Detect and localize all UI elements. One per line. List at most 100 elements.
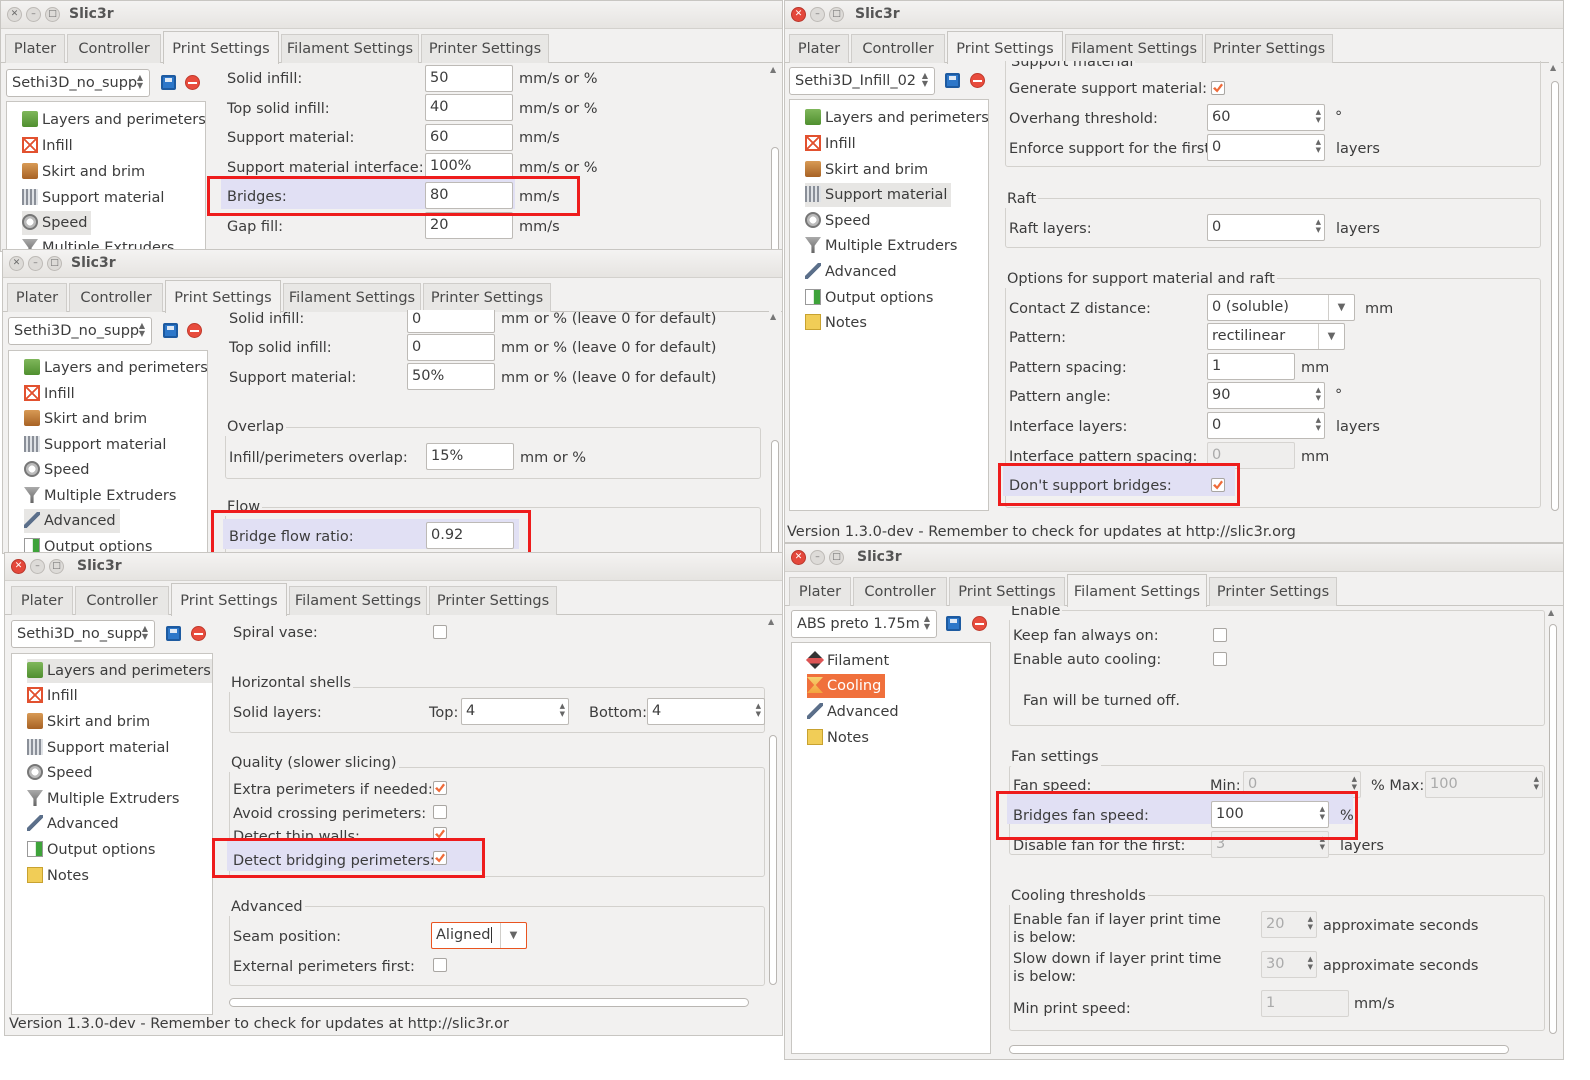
solid-infill-input[interactable]: 50	[425, 65, 513, 92]
min-print-speed-input[interactable]: 1	[1261, 990, 1349, 1017]
save-icon[interactable]	[166, 626, 181, 641]
spinner-icon[interactable]: ▲ ▼	[1534, 775, 1539, 791]
tree-item-output[interactable]: Output options	[27, 838, 159, 862]
tab-filament-settings[interactable]: Filament Settings	[1067, 574, 1207, 607]
minimize-icon[interactable]: –	[810, 7, 825, 22]
tab-controller[interactable]: Controller	[67, 34, 161, 63]
spinner-icon[interactable]: ▲ ▼	[1308, 955, 1313, 971]
tree-item-cooling[interactable]: Cooling	[807, 674, 886, 698]
solid-infill-width-input[interactable]: 0	[407, 310, 495, 333]
tree-item-extruders[interactable]: Multiple Extruders	[805, 234, 961, 258]
interface-layers-input[interactable]: 0 ▲ ▼	[1207, 412, 1325, 439]
scroll-up-icon[interactable]: ▲	[770, 312, 776, 321]
horizontal-scrollbar[interactable]	[1001, 1042, 1547, 1056]
extra-perimeters-checkbox[interactable]	[433, 781, 447, 795]
tab-filament-settings[interactable]: Filament Settings	[283, 283, 421, 312]
tree-item-layers[interactable]: Layers and perimeters	[24, 356, 207, 380]
seam-position-select[interactable]: Aligned ▼	[431, 922, 527, 949]
vertical-scrollbar[interactable]: ▲	[1547, 606, 1559, 1038]
tree-item-skirt[interactable]: Skirt and brim	[805, 158, 932, 182]
spinner-icon[interactable]: ▲ ▼	[1308, 915, 1313, 931]
contact-z-select[interactable]: 0 (soluble) ▼	[1207, 294, 1355, 321]
pattern-select[interactable]: rectilinear ▼	[1207, 323, 1345, 350]
gap-fill-input[interactable]: 20	[425, 212, 513, 239]
tree-item-speed[interactable]: Speed	[805, 209, 874, 233]
top-solid-infill-input[interactable]: 40	[425, 94, 513, 121]
close-icon[interactable]: ✕	[791, 550, 806, 565]
maximize-icon[interactable]: □	[829, 550, 844, 565]
tree-item-support[interactable]: Support material	[805, 183, 952, 207]
delete-icon[interactable]	[191, 626, 206, 641]
tab-print-settings[interactable]: Print Settings	[947, 31, 1063, 64]
top-solid-infill-width-input[interactable]: 0	[407, 334, 495, 361]
bottom-layers-input[interactable]: 4 ▲ ▼	[647, 698, 765, 725]
tab-plater[interactable]: Plater	[5, 34, 65, 63]
maximize-icon[interactable]: □	[45, 7, 60, 22]
top-layers-input[interactable]: 4 ▲ ▼	[461, 698, 569, 725]
preset-select[interactable]: Sethi3D_no_supp ▲ ▼	[8, 317, 152, 345]
close-icon[interactable]: ✕	[9, 256, 24, 271]
tree-item-advanced[interactable]: Advanced	[807, 700, 903, 724]
tab-controller[interactable]: Controller	[69, 283, 163, 312]
maximize-icon[interactable]: □	[49, 559, 64, 574]
scroll-up-icon[interactable]: ▲	[1550, 63, 1556, 72]
minimize-icon[interactable]: –	[26, 7, 41, 22]
tab-print-settings[interactable]: Print Settings	[163, 31, 279, 64]
tab-printer-settings[interactable]: Printer Settings	[423, 283, 551, 312]
tree-item-layers[interactable]: Layers and perimeters	[22, 108, 205, 132]
close-icon[interactable]: ✕	[7, 7, 22, 22]
maximize-icon[interactable]: □	[47, 256, 62, 271]
tree-item-infill[interactable]: Infill	[805, 132, 860, 156]
scroll-up-icon[interactable]: ▲	[770, 65, 776, 74]
spiral-vase-checkbox[interactable]	[433, 625, 447, 639]
tab-plater[interactable]: Plater	[11, 586, 73, 615]
tree-item-speed[interactable]: Speed	[22, 211, 92, 235]
tab-plater[interactable]: Plater	[7, 283, 67, 312]
tab-plater[interactable]: Plater	[789, 577, 851, 606]
raft-layers-input[interactable]: 0 ▲ ▼	[1207, 214, 1325, 241]
tree-item-speed[interactable]: Speed	[24, 458, 93, 482]
vertical-scrollbar[interactable]: ▲	[1549, 61, 1561, 516]
delete-icon[interactable]	[185, 75, 200, 90]
scroll-thumb[interactable]	[1551, 81, 1559, 511]
tab-printer-settings[interactable]: Printer Settings	[429, 586, 557, 615]
hscroll-thumb[interactable]	[1009, 1045, 1509, 1054]
spinner-icon[interactable]: ▲ ▼	[560, 702, 565, 718]
tab-print-settings[interactable]: Print Settings	[171, 583, 287, 616]
tab-printer-settings[interactable]: Printer Settings	[421, 34, 549, 63]
spinner-icon[interactable]: ▲ ▼	[1316, 416, 1321, 432]
tree-item-skirt[interactable]: Skirt and brim	[22, 160, 149, 184]
delete-icon[interactable]	[187, 323, 202, 338]
tree-item-layers[interactable]: Layers and perimeters	[27, 659, 212, 683]
tree-item-infill[interactable]: Infill	[27, 684, 82, 708]
minimize-icon[interactable]: –	[28, 256, 43, 271]
tree-item-extruders[interactable]: Multiple Extruders	[24, 484, 180, 508]
scroll-thumb[interactable]	[771, 440, 779, 553]
close-icon[interactable]: ✕	[791, 7, 806, 22]
save-icon[interactable]	[946, 616, 961, 631]
slow-down-if-input[interactable]: 30 ▲ ▼	[1261, 951, 1317, 978]
spinner-icon[interactable]: ▲ ▼	[1316, 108, 1321, 124]
save-icon[interactable]	[945, 73, 960, 88]
chevron-down-icon[interactable]: ▼	[500, 923, 526, 948]
tab-print-settings[interactable]: Print Settings	[949, 577, 1065, 606]
tree-item-advanced[interactable]: Advanced	[805, 260, 901, 284]
tree-item-output[interactable]: Output options	[805, 286, 937, 310]
keep-fan-checkbox[interactable]	[1213, 628, 1227, 642]
pattern-spacing-input[interactable]: 1	[1207, 353, 1295, 380]
avoid-crossing-checkbox[interactable]	[433, 805, 447, 819]
tab-controller[interactable]: Controller	[75, 586, 169, 615]
tab-print-settings[interactable]: Print Settings	[165, 280, 281, 313]
tree-item-skirt[interactable]: Skirt and brim	[27, 710, 154, 734]
enable-fan-if-input[interactable]: 20 ▲ ▼	[1261, 911, 1317, 938]
minimize-icon[interactable]: –	[810, 550, 825, 565]
overhang-threshold-input[interactable]: 60 ▲ ▼	[1207, 104, 1325, 131]
preset-select[interactable]: Sethi3D_no_supp ▲ ▼	[11, 620, 155, 648]
tab-controller[interactable]: Controller	[851, 34, 945, 63]
tab-controller[interactable]: Controller	[853, 577, 947, 606]
delete-icon[interactable]	[970, 73, 985, 88]
support-material-input[interactable]: 60	[425, 124, 513, 151]
maximize-icon[interactable]: □	[829, 7, 844, 22]
tree-item-notes[interactable]: Notes	[27, 864, 93, 888]
tree-item-advanced[interactable]: Advanced	[27, 812, 123, 836]
